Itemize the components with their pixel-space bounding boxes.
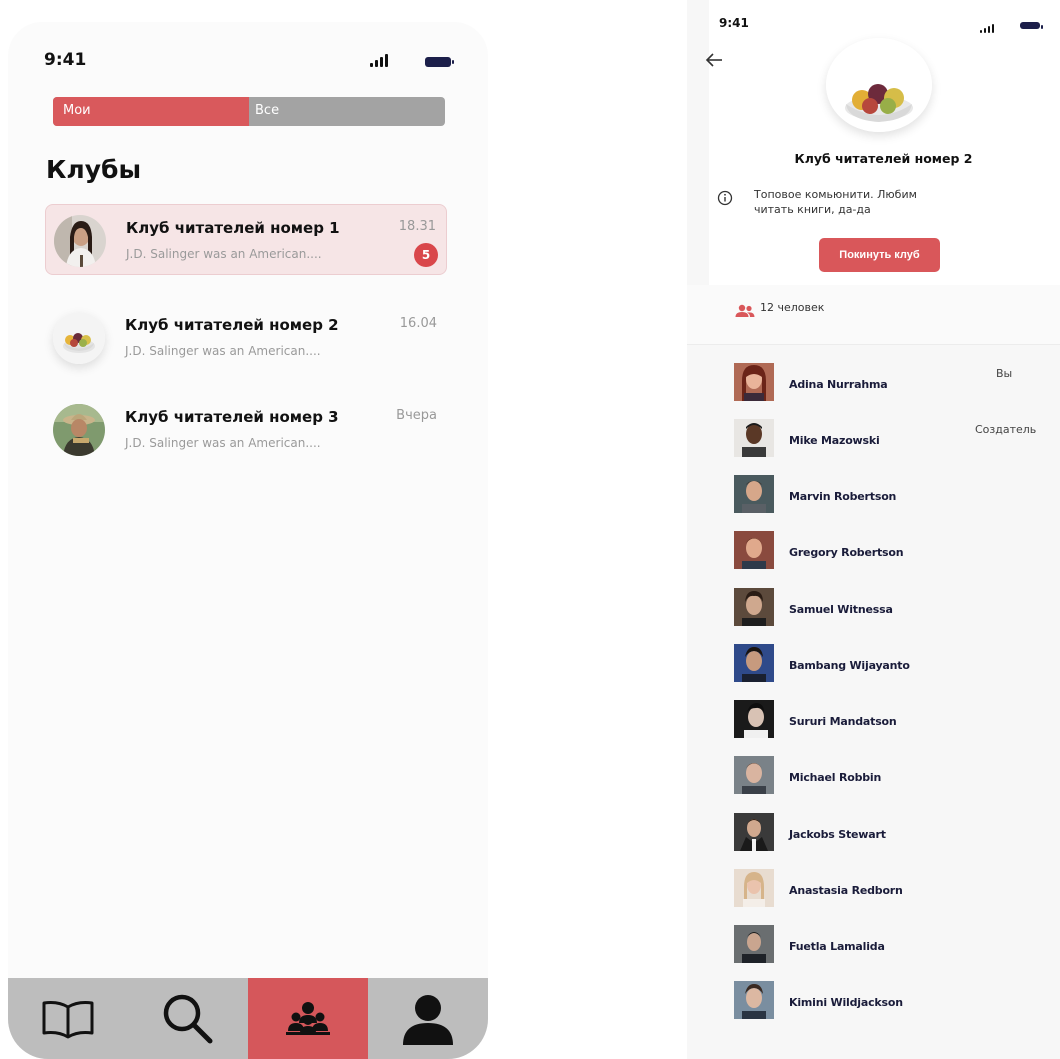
member-avatar xyxy=(734,869,774,907)
club-name: Клуб читателей номер 1 xyxy=(126,219,340,237)
member-name: Mike Mazowski xyxy=(789,434,880,447)
tab-library[interactable] xyxy=(8,978,128,1059)
member-avatar xyxy=(734,925,774,963)
member-name: Gregory Robertson xyxy=(789,546,904,559)
club-description-line: читать книги, да-да xyxy=(754,203,871,216)
member-avatar xyxy=(734,475,774,513)
member-avatar xyxy=(734,813,774,851)
tab-clubs[interactable] xyxy=(248,978,368,1059)
people-icon xyxy=(735,304,755,317)
status-time: 9:41 xyxy=(44,50,87,70)
club-name: Клуб читателей номер 2 xyxy=(125,316,339,334)
club-time: 16.04 xyxy=(399,316,437,331)
member-row[interactable]: Adina Nurrahma Вы xyxy=(687,363,1060,403)
club-preview: J.D. Salinger was an American.... xyxy=(125,344,321,358)
member-avatar xyxy=(734,588,774,626)
club-name: Клуб читателей номер 3 xyxy=(125,408,339,426)
clubs-filter-segmented: Мои Все xyxy=(53,97,445,126)
member-avatar xyxy=(734,700,774,738)
tab-search[interactable] xyxy=(128,978,248,1059)
signal-icon xyxy=(370,54,388,67)
community-icon xyxy=(286,1001,330,1035)
leave-club-button[interactable]: Покинуть клуб xyxy=(819,238,940,272)
member-name: Michael Robbin xyxy=(789,771,882,784)
member-row[interactable]: Sururi Mandatson xyxy=(687,700,1060,740)
member-row[interactable]: Samuel Witnessa xyxy=(687,588,1060,628)
page-title: Клубы xyxy=(46,155,142,184)
member-avatar xyxy=(734,363,774,401)
tab-profile[interactable] xyxy=(368,978,488,1059)
battery-icon xyxy=(425,57,454,67)
member-row[interactable]: Gregory Robertson xyxy=(687,531,1060,571)
club-title: Клуб читателей номер 2 xyxy=(794,151,973,166)
member-name: Anastasia Redborn xyxy=(789,884,903,897)
member-row[interactable]: Anastasia Redborn xyxy=(687,869,1060,909)
member-row[interactable]: Fuetla Lamalida xyxy=(687,925,1060,965)
club-avatar xyxy=(54,215,106,267)
status-bar: 9:41 xyxy=(8,22,488,82)
member-name: Marvin Robertson xyxy=(789,490,897,503)
member-name: Kimini Wildjackson xyxy=(789,996,903,1009)
member-row[interactable]: Jackobs Stewart xyxy=(687,813,1060,853)
members-count-row: 12 человек xyxy=(687,285,1060,345)
club-avatar xyxy=(53,312,105,364)
club-avatar xyxy=(826,38,932,132)
back-button[interactable] xyxy=(705,52,723,71)
club-list-item-3[interactable]: Клуб читателей номер 3 J.D. Salinger was… xyxy=(45,394,447,465)
member-row[interactable]: Kimini Wildjackson xyxy=(687,981,1060,1021)
club-details-screen: 9:41 Клуб читателей номер 2 Топовое комь… xyxy=(687,0,1060,1059)
unread-badge: 5 xyxy=(414,243,438,267)
club-preview: J.D. Salinger was an American.... xyxy=(126,247,322,261)
status-time: 9:41 xyxy=(719,16,749,30)
profile-icon xyxy=(403,994,453,1045)
club-time: Вчера xyxy=(396,408,437,423)
member-role: Создатель xyxy=(975,423,1037,436)
member-avatar xyxy=(734,756,774,794)
member-row[interactable]: Bambang Wijayanto xyxy=(687,644,1060,684)
club-description: Топовое комьюнити. Любим читать книги, д… xyxy=(754,187,954,217)
search-icon xyxy=(163,994,213,1043)
clubs-list-screen: 9:41 Мои Все Клубы Клуб читателей номер … xyxy=(8,22,488,1059)
member-row[interactable]: Mike Mazowski Создатель xyxy=(687,419,1060,459)
club-preview: J.D. Salinger was an American.... xyxy=(125,436,321,450)
member-avatar xyxy=(734,981,774,1019)
member-name: Jackobs Stewart xyxy=(789,828,886,841)
bottom-tab-bar xyxy=(8,978,488,1059)
member-name: Samuel Witnessa xyxy=(789,603,893,616)
club-list-item-1[interactable]: Клуб читателей номер 1 J.D. Salinger was… xyxy=(45,204,447,275)
arrow-left-icon xyxy=(705,53,722,67)
member-name: Fuetla Lamalida xyxy=(789,940,885,953)
members-count: 12 человек xyxy=(760,301,825,314)
member-name: Bambang Wijayanto xyxy=(789,659,910,672)
info-icon xyxy=(717,190,733,210)
club-avatar xyxy=(53,404,105,456)
club-list-item-2[interactable]: Клуб читателей номер 2 J.D. Salinger was… xyxy=(45,302,447,373)
member-row[interactable]: Michael Robbin xyxy=(687,756,1060,796)
member-avatar xyxy=(734,644,774,682)
member-row[interactable]: Marvin Robertson xyxy=(687,475,1060,515)
segment-all[interactable]: Все xyxy=(249,97,445,126)
member-avatar xyxy=(734,419,774,457)
member-avatar xyxy=(734,531,774,569)
member-name: Sururi Mandatson xyxy=(789,715,897,728)
member-name: Adina Nurrahma xyxy=(789,378,888,391)
club-time: 18.31 xyxy=(398,219,436,234)
signal-icon xyxy=(980,24,994,33)
book-icon xyxy=(42,1000,94,1038)
battery-icon xyxy=(1020,22,1043,29)
member-role: Вы xyxy=(996,367,1013,380)
club-description-line: Топовое комьюнити. Любим xyxy=(754,188,917,201)
segment-mine[interactable]: Мои xyxy=(53,97,249,126)
